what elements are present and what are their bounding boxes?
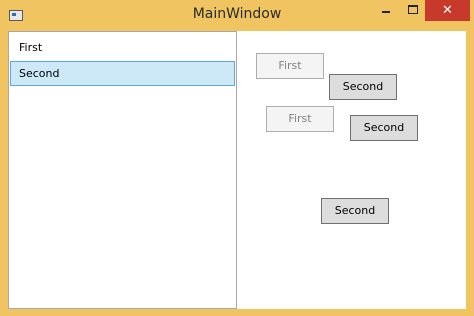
- close-button[interactable]: ✕: [425, 0, 470, 21]
- first-button[interactable]: First: [256, 53, 324, 79]
- first-button[interactable]: First: [266, 106, 334, 132]
- maximize-button[interactable]: [398, 0, 428, 20]
- title-bar[interactable]: MainWindow ✕: [0, 0, 474, 30]
- item-listbox[interactable]: First Second: [8, 31, 237, 309]
- minimize-button[interactable]: [370, 0, 400, 20]
- main-window: MainWindow ✕ First Second First Second F…: [0, 0, 474, 316]
- second-button[interactable]: Second: [321, 198, 389, 224]
- client-area: First Second First Second First Second S…: [8, 31, 466, 309]
- second-button[interactable]: Second: [350, 115, 418, 141]
- second-button[interactable]: Second: [329, 74, 397, 100]
- list-item-first[interactable]: First: [10, 35, 235, 60]
- button-panel: First Second First Second Second: [237, 31, 466, 309]
- list-item-second[interactable]: Second: [10, 61, 235, 86]
- close-icon: ✕: [442, 3, 453, 18]
